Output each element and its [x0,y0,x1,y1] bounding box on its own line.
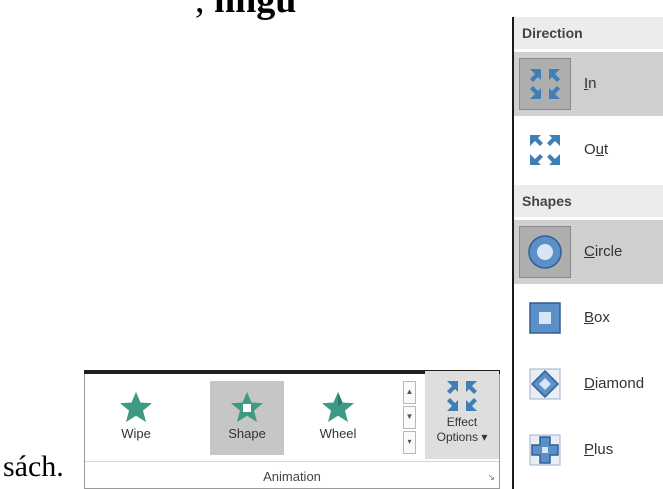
star-wheel-icon [322,392,354,422]
gallery-item-label: Wheel [319,426,357,441]
menu-item-diamond[interactable]: Diamond [514,352,663,416]
gallery-scrollbar[interactable]: ▲ ▼ ▾ [403,381,418,456]
gallery-more-button[interactable]: ▾ [403,431,416,454]
label-access-key: P [584,441,595,458]
arrows-out-icon [530,135,560,165]
document-text-top-start: , [195,0,214,21]
effect-options-label-line1: Effect [446,415,478,429]
menu-item-icon [519,292,571,344]
menu-item-icon [519,124,571,176]
label-access-key: C [584,243,595,260]
menu-item-circle[interactable]: Circle [514,220,663,284]
document-text-bottom: sách. [3,450,64,483]
box-shape-icon [529,302,561,334]
gallery-scroll-up-button[interactable]: ▲ [403,381,416,404]
gallery-item-shape[interactable]: Shape [210,381,284,455]
label-rest: lus [594,441,614,458]
document-text-top: , nngữ [195,0,298,22]
dialog-launcher-icon[interactable]: ↘ [487,472,495,483]
label-pre: O [584,141,596,158]
label-rest: n [588,75,597,92]
menu-item-in[interactable]: In [514,52,663,116]
label-rest: iamond [594,375,645,392]
label-access-key: u [595,141,605,158]
effect-options-label-line2: Options ▾ [436,430,488,444]
diamond-shape-icon [529,368,561,400]
star-icon [120,392,152,422]
menu-item-label: Box [584,286,610,350]
gallery-item-wipe[interactable]: Wipe [99,381,173,455]
menu-item-label: Out [584,118,608,182]
menu-item-label: In [584,52,597,116]
gallery-item-label: Shape [228,426,266,441]
arrows-in-icon [447,381,477,411]
effect-options-menu: Direction In Out Shapes Circle Box Diamo… [512,17,663,489]
gallery-item-label: Wipe [121,426,151,441]
label-rest: t [604,141,609,158]
arrows-in-icon [530,69,560,99]
menu-item-label: Plus [584,418,613,482]
menu-item-icon [519,58,571,110]
label-access-key: D [584,375,595,392]
ribbon-group-footer: Animation ↘ [85,461,499,488]
menu-item-icon [519,424,571,476]
menu-section-header-shapes: Shapes [514,185,663,217]
menu-item-icon [519,358,571,410]
menu-item-box[interactable]: Box [514,286,663,350]
ribbon-group-label: Animation [263,469,321,484]
menu-item-label: Circle [584,220,622,284]
label-rest: ox [594,309,610,326]
effect-options-button[interactable]: Effect Options ▾ [425,371,499,459]
plus-shape-icon [529,434,561,466]
document-text-top-end: ngữ [235,0,299,21]
menu-item-out[interactable]: Out [514,118,663,182]
label-rest: ircle [594,243,623,260]
menu-item-label: Diamond [584,352,644,416]
gallery-item-wheel[interactable]: Wheel [301,381,375,455]
gallery-scroll-down-button[interactable]: ▼ [403,406,416,429]
label-access-key: B [584,309,595,326]
star-shape-icon [231,392,263,422]
circle-shape-icon [528,235,562,269]
menu-item-plus[interactable]: Plus [514,418,663,482]
document-text-top-bold: n [214,0,236,21]
animation-ribbon-group: Wipe Shape Wheel ▲ ▼ ▾ Effect Options ▾ … [84,370,500,489]
animation-gallery: Wipe Shape Wheel [85,375,403,460]
menu-section-header-direction: Direction [514,17,663,49]
menu-item-icon [519,226,571,278]
